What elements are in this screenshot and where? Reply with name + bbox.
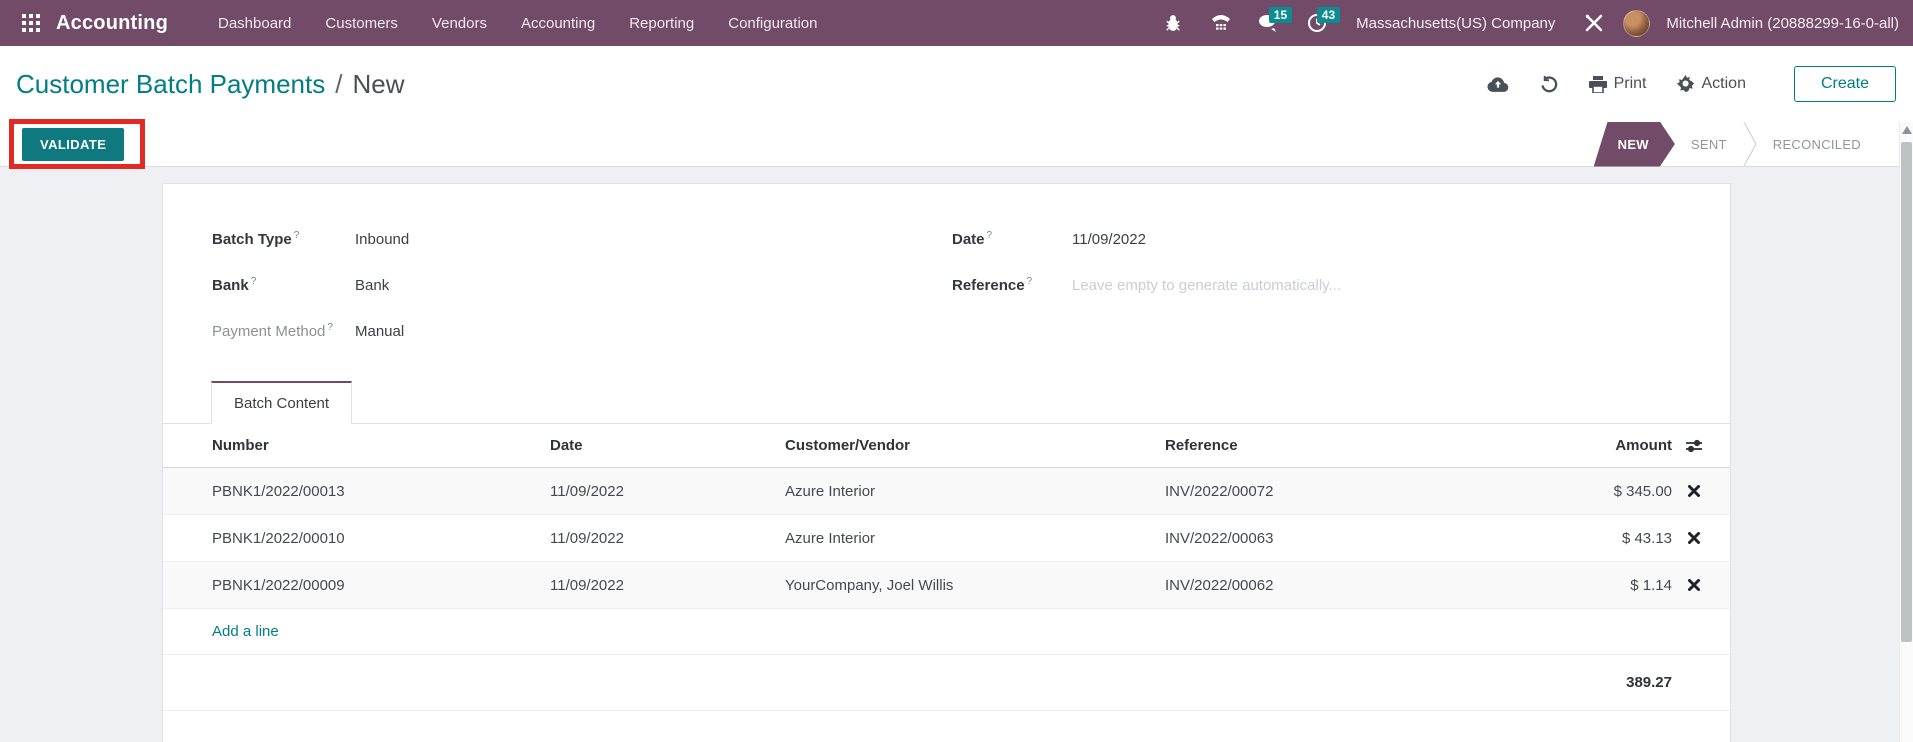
row-amount[interactable]: $ 43.13: [1560, 530, 1672, 547]
batch-type-label: Batch Type?: [212, 230, 355, 248]
action-label: Action: [1702, 75, 1746, 93]
help-marker: ?: [987, 230, 993, 241]
bank-label: Bank?: [212, 276, 355, 294]
top-navbar: Accounting Dashboard Customers Vendors A…: [0, 0, 1913, 46]
add-line-link[interactable]: Add a line: [212, 623, 279, 640]
batch-type-value[interactable]: Inbound: [355, 231, 409, 248]
user-menu[interactable]: Mitchell Admin (20888299-16-0-all): [1666, 15, 1899, 32]
form-fields: Batch Type? Inbound Bank? Bank Payment M…: [163, 184, 1730, 346]
menu-accounting[interactable]: Accounting: [507, 7, 609, 40]
menu-dashboard[interactable]: Dashboard: [204, 7, 305, 40]
payment-method-label: Payment Method?: [212, 322, 355, 340]
stage-chevron-icon: [1743, 122, 1757, 167]
menu-configuration[interactable]: Configuration: [714, 7, 831, 40]
messages-badge: 15: [1269, 7, 1292, 23]
row-partner[interactable]: Azure Interior: [785, 483, 1165, 500]
amount-total: 389.27: [1560, 674, 1672, 691]
save-cloud-icon[interactable]: [1487, 76, 1509, 93]
date-label: Date?: [952, 230, 1072, 248]
breadcrumb: Customer Batch Payments / New: [16, 69, 404, 100]
messages-icon[interactable]: 15: [1250, 6, 1288, 40]
add-line-row: Add a line: [163, 609, 1730, 655]
help-marker: ?: [251, 276, 257, 287]
table-row[interactable]: PBNK1/2022/00013 11/09/2022 Azure Interi…: [163, 468, 1730, 515]
table-header: Number Date Customer/Vendor Reference Am…: [163, 424, 1730, 468]
tab-batch-content[interactable]: Batch Content: [211, 381, 352, 424]
print-label: Print: [1614, 75, 1647, 93]
user-avatar[interactable]: [1623, 10, 1650, 37]
main-content: Batch Type? Inbound Bank? Bank Payment M…: [0, 167, 1899, 742]
control-panel: Customer Batch Payments / New Print: [0, 46, 1913, 122]
delete-row-icon[interactable]: [1688, 579, 1700, 591]
apps-grid-icon[interactable]: [14, 6, 48, 40]
statusbar: VALIDATE NEW SENT RECONCILED: [0, 122, 1899, 167]
delete-row-icon[interactable]: [1688, 532, 1700, 544]
row-amount[interactable]: $ 1.14: [1560, 577, 1672, 594]
bank-value[interactable]: Bank: [355, 277, 389, 294]
vertical-scrollbar[interactable]: [1899, 122, 1913, 742]
create-button[interactable]: Create: [1794, 66, 1896, 102]
menu-reporting[interactable]: Reporting: [615, 7, 708, 40]
row-reference[interactable]: INV/2022/00062: [1165, 577, 1560, 594]
app-name[interactable]: Accounting: [56, 12, 168, 35]
optional-columns-icon[interactable]: [1672, 439, 1716, 453]
row-amount[interactable]: $ 345.00: [1560, 483, 1672, 500]
row-date[interactable]: 11/09/2022: [550, 577, 785, 594]
status-pipeline: NEW SENT RECONCILED: [1594, 122, 1877, 167]
scrollbar-thumb[interactable]: [1901, 142, 1912, 642]
print-button[interactable]: Print: [1589, 75, 1647, 93]
scroll-up-arrow[interactable]: [1902, 126, 1912, 134]
col-number[interactable]: Number: [212, 437, 550, 454]
stage-new[interactable]: NEW: [1594, 122, 1675, 167]
row-number[interactable]: PBNK1/2022/00013: [212, 483, 550, 500]
menu-customers[interactable]: Customers: [311, 7, 412, 40]
breadcrumb-separator: /: [335, 69, 342, 100]
table-row[interactable]: PBNK1/2022/00010 11/09/2022 Azure Interi…: [163, 515, 1730, 562]
row-partner[interactable]: YourCompany, Joel Willis: [785, 577, 1165, 594]
notebook-tabs: Batch Content: [163, 382, 1730, 424]
breadcrumb-current: New: [352, 69, 404, 100]
activities-clock-icon[interactable]: 43: [1298, 6, 1336, 40]
stage-sent[interactable]: SENT: [1675, 122, 1743, 167]
row-date[interactable]: 11/09/2022: [550, 530, 785, 547]
help-marker: ?: [1027, 276, 1033, 287]
row-number[interactable]: PBNK1/2022/00009: [212, 577, 550, 594]
form-sheet: Batch Type? Inbound Bank? Bank Payment M…: [162, 183, 1731, 742]
row-date[interactable]: 11/09/2022: [550, 483, 785, 500]
reference-label: Reference?: [952, 276, 1072, 294]
discard-undo-icon[interactable]: [1539, 75, 1559, 94]
date-value[interactable]: 11/09/2022: [1072, 231, 1146, 248]
action-button[interactable]: Action: [1677, 75, 1746, 93]
total-row: 389.27: [163, 655, 1730, 711]
row-partner[interactable]: Azure Interior: [785, 530, 1165, 547]
company-switcher[interactable]: Massachusetts(US) Company: [1346, 15, 1565, 32]
col-reference[interactable]: Reference: [1165, 437, 1560, 454]
activities-badge: 43: [1317, 7, 1340, 23]
debug-bug-icon[interactable]: [1154, 6, 1192, 40]
row-reference[interactable]: INV/2022/00072: [1165, 483, 1560, 500]
row-number[interactable]: PBNK1/2022/00010: [212, 530, 550, 547]
col-partner[interactable]: Customer/Vendor: [785, 437, 1165, 454]
col-date[interactable]: Date: [550, 437, 785, 454]
payment-method-value[interactable]: Manual: [355, 323, 404, 340]
validate-button[interactable]: VALIDATE: [22, 128, 124, 161]
col-amount[interactable]: Amount: [1560, 437, 1672, 454]
reference-input[interactable]: [1072, 277, 1492, 294]
breadcrumb-parent-link[interactable]: Customer Batch Payments: [16, 69, 325, 100]
help-marker: ?: [294, 230, 300, 241]
delete-row-icon[interactable]: [1688, 485, 1700, 497]
voip-phone-icon[interactable]: [1202, 6, 1240, 40]
studio-tools-icon[interactable]: [1575, 6, 1613, 40]
row-reference[interactable]: INV/2022/00063: [1165, 530, 1560, 547]
table-row[interactable]: PBNK1/2022/00009 11/09/2022 YourCompany,…: [163, 562, 1730, 609]
help-marker: ?: [327, 322, 333, 333]
menu-vendors[interactable]: Vendors: [418, 7, 501, 40]
stage-reconciled[interactable]: RECONCILED: [1757, 122, 1877, 167]
main-menu: Dashboard Customers Vendors Accounting R…: [204, 7, 831, 40]
